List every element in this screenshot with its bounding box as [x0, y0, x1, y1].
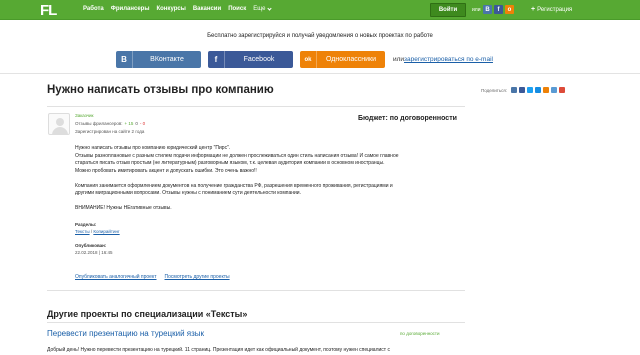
main-nav: Работа Фрилансеры Конкурсы Вакансии Поис…	[83, 5, 278, 12]
client-name-link[interactable]: Заказчик	[75, 113, 93, 118]
sections-value: Тексты / Копирайтинг	[75, 229, 120, 234]
desc-line: стараться писать отзыв простым (не литер…	[75, 160, 385, 166]
facebook-login-icon[interactable]: f	[494, 5, 503, 14]
project-description: Нужно написать отзывы про компанию юриди…	[75, 145, 455, 220]
odnoklassniki-icon: ok	[300, 51, 317, 68]
title-divider	[47, 106, 465, 107]
avatar-head	[56, 118, 64, 126]
client-registered: Зарегистрирован на сайте 2 года	[75, 129, 145, 134]
facebook-icon: f	[208, 51, 225, 68]
publish-similar-link[interactable]: Опубликовать аналогичный проект	[75, 274, 157, 280]
nav-item-freelancers[interactable]: Фрилансеры	[111, 6, 150, 12]
other-project-budget: по договоренности	[400, 331, 440, 336]
livejournal-share-icon[interactable]	[551, 87, 558, 93]
published-date: 22.02.2018 | 16:45	[75, 250, 113, 255]
ok-signup-label: Одноклассники	[325, 56, 376, 63]
actions-divider	[47, 290, 465, 291]
ok-login-icon[interactable]: o	[505, 5, 514, 14]
published-label: Опубликован:	[75, 243, 107, 248]
desc-line: Компания занимается оформлением документ…	[75, 182, 393, 189]
facebook-share-icon[interactable]	[519, 87, 526, 93]
or-text: или	[472, 7, 481, 13]
ok-signup-button[interactable]: ok Одноклассники	[300, 51, 385, 68]
desc-line: Можно пробовать имитировать акцент и доп…	[75, 167, 257, 174]
logo[interactable]: FL	[40, 2, 57, 19]
signup-promo: Бесплатно зарегистрируйся и получай увед…	[0, 21, 640, 74]
project-actions: Опубликовать аналогичный проект Посмотре…	[75, 274, 230, 280]
avatar-body	[52, 127, 68, 134]
section-link-copywriting[interactable]: Копирайтинг	[93, 229, 119, 234]
email-signup-link[interactable]: зарегистрироваться по e-mail	[404, 56, 493, 63]
project-title: Нужно написать отзывы про компанию	[47, 84, 274, 96]
login-button[interactable]: Войти	[430, 3, 466, 17]
view-other-projects-link[interactable]: Посмотреть другие проекты	[165, 274, 230, 280]
facebook-signup-button[interactable]: f Facebook	[208, 51, 293, 68]
nav-item-contests[interactable]: Конкурсы	[156, 6, 185, 12]
sections-label: Разделы:	[75, 222, 97, 227]
nav-more-label: Еще	[253, 6, 266, 12]
rating-neutral[interactable]: 0	[135, 121, 138, 126]
other-project-link[interactable]: Перевести презентацию на турецкий язык	[47, 329, 204, 338]
register-label: Регистрация	[537, 6, 573, 13]
google-share-icon[interactable]	[559, 87, 566, 93]
rating-label: Отзывы фрилансеров:	[75, 121, 123, 126]
promo-text: Бесплатно зарегистрируйся и получай увед…	[207, 33, 433, 39]
avatar[interactable]	[48, 113, 70, 135]
desc-line: Отзывы разноплановые с разным стилем под…	[75, 152, 399, 159]
other-projects-title: Другие проекты по специализации «Тексты»	[47, 309, 248, 319]
project-budget: Бюджет: по договоренности	[358, 115, 457, 122]
vk-signup-button[interactable]: B ВКонтакте	[116, 51, 201, 68]
top-navigation-bar: FL Работа Фрилансеры Конкурсы Вакансии П…	[0, 0, 640, 20]
nav-item-work[interactable]: Работа	[83, 6, 104, 12]
share-label: Поделиться:	[481, 87, 508, 93]
vk-login-icon[interactable]: B	[483, 5, 492, 14]
other-project-description: Добрый день! Нужно перевести презентацию…	[47, 347, 390, 353]
chevron-down-icon	[267, 5, 273, 11]
share-bar: Поделиться:	[481, 87, 566, 93]
rating-negative[interactable]: - 0	[140, 121, 145, 126]
other-title-divider	[47, 322, 465, 323]
twitter-share-icon[interactable]	[527, 87, 534, 93]
plus-icon: +	[531, 6, 536, 13]
vk-signup-label: ВКонтакте	[150, 56, 184, 63]
vk-share-icon[interactable]	[511, 87, 518, 93]
desc-line: ВНИМАНИЕ! Нужны НЕгативные отзывы.	[75, 205, 172, 211]
nav-item-search[interactable]: Поиск	[228, 6, 246, 12]
vk-icon: B	[116, 51, 133, 68]
facebook-signup-label: Facebook	[243, 56, 275, 63]
mail-share-icon[interactable]	[535, 87, 542, 93]
client-rating: Отзывы фрилансеров: + 15 0 - 0	[75, 121, 145, 126]
desc-line: Нужно написать отзывы про компанию юриди…	[75, 145, 231, 151]
nav-item-vacancies[interactable]: Вакансии	[193, 6, 221, 12]
ok-share-icon[interactable]	[543, 87, 550, 93]
desc-line: другими миграционными вопросами. Отзывы …	[75, 190, 301, 196]
rating-positive[interactable]: + 15	[124, 121, 133, 126]
nav-item-more[interactable]: Еще	[253, 5, 273, 12]
promo-or-text: или	[393, 56, 405, 63]
register-link[interactable]: + Регистрация	[531, 6, 572, 13]
section-link-texts[interactable]: Тексты	[75, 229, 90, 234]
